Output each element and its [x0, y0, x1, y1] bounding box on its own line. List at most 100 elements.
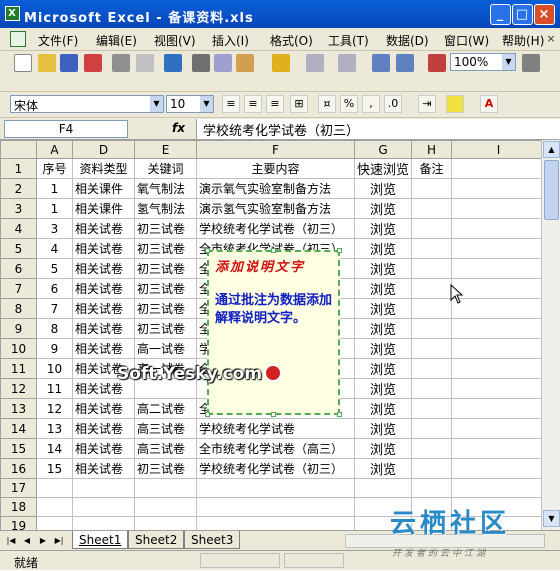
- column-header[interactable]: F: [196, 140, 355, 159]
- resize-handle[interactable]: [205, 412, 210, 417]
- print-preview-icon[interactable]: [136, 54, 154, 72]
- cell[interactable]: 相关试卷: [72, 238, 135, 259]
- resize-handle[interactable]: [337, 248, 342, 253]
- cell[interactable]: [451, 258, 547, 279]
- font-select[interactable]: 宋体 ▼: [10, 95, 164, 113]
- cell[interactable]: 序号: [36, 158, 73, 179]
- cell[interactable]: [451, 318, 547, 339]
- cell[interactable]: 3: [36, 218, 73, 239]
- browse-link[interactable]: 浏览: [353, 358, 413, 379]
- tab-sheet1[interactable]: Sheet1: [72, 531, 129, 549]
- cell[interactable]: [451, 478, 547, 498]
- cell[interactable]: [411, 198, 453, 219]
- cell[interactable]: [411, 438, 453, 459]
- percent-icon[interactable]: %: [340, 95, 358, 113]
- browse-link[interactable]: 浏览: [353, 338, 413, 359]
- cell[interactable]: 相关试卷: [72, 458, 135, 479]
- cell[interactable]: 关键词: [134, 158, 197, 179]
- menu-edit[interactable]: 编辑(E): [96, 32, 137, 49]
- chevron-down-icon[interactable]: ▼: [502, 54, 515, 70]
- menu-window[interactable]: 窗口(W): [444, 32, 489, 49]
- cell[interactable]: 相关试卷: [72, 418, 135, 439]
- row-header[interactable]: 19: [0, 516, 37, 530]
- prev-sheet-icon[interactable]: ◀: [20, 534, 34, 548]
- cell[interactable]: 氧气制法: [134, 178, 197, 199]
- redo-icon[interactable]: [338, 54, 356, 72]
- cell[interactable]: [451, 178, 547, 199]
- tab-sheet3[interactable]: Sheet3: [184, 531, 241, 549]
- browse-link[interactable]: 浏览: [353, 178, 413, 199]
- row-header[interactable]: 18: [0, 497, 37, 517]
- column-header[interactable]: A: [36, 140, 73, 159]
- first-sheet-icon[interactable]: |◀: [4, 534, 18, 548]
- row-header[interactable]: 15: [0, 438, 37, 459]
- cell[interactable]: [411, 258, 453, 279]
- workbook-icon[interactable]: [10, 31, 26, 47]
- cell[interactable]: 主要内容: [196, 158, 355, 179]
- row-header[interactable]: 13: [0, 398, 37, 419]
- chart-wizard-icon[interactable]: [428, 54, 446, 72]
- cell[interactable]: [134, 497, 197, 517]
- cell[interactable]: [72, 478, 135, 498]
- comma-icon[interactable]: ,: [362, 95, 380, 113]
- cell[interactable]: [134, 478, 197, 498]
- browse-link[interactable]: 浏览: [353, 398, 413, 419]
- permission-icon[interactable]: [84, 54, 102, 72]
- menu-data[interactable]: 数据(D): [386, 32, 429, 49]
- column-header[interactable]: D: [72, 140, 135, 159]
- format-painter-icon[interactable]: [272, 54, 290, 72]
- browse-link[interactable]: 浏览: [353, 438, 413, 459]
- cell[interactable]: [451, 238, 547, 259]
- cell[interactable]: 初三试卷: [134, 458, 197, 479]
- cell[interactable]: 高一试卷: [134, 338, 197, 359]
- cell[interactable]: 备注: [411, 158, 453, 179]
- cell[interactable]: [451, 338, 547, 359]
- minimize-button[interactable]: _: [490, 4, 511, 25]
- cell[interactable]: [411, 178, 453, 199]
- resize-handle[interactable]: [205, 248, 210, 253]
- menu-help[interactable]: 帮助(H): [502, 32, 544, 49]
- zoom-select[interactable]: 100% ▼: [450, 53, 516, 71]
- print-icon[interactable]: [112, 54, 130, 72]
- column-header[interactable]: G: [353, 140, 413, 159]
- scroll-down-icon[interactable]: ▼: [543, 510, 560, 527]
- fill-color-icon[interactable]: [446, 95, 464, 113]
- cell[interactable]: [451, 158, 547, 179]
- cell[interactable]: [411, 318, 453, 339]
- column-header[interactable]: I: [451, 140, 547, 159]
- fx-icon[interactable]: fx: [172, 121, 185, 135]
- browse-link[interactable]: 浏览: [353, 318, 413, 339]
- currency-icon[interactable]: ¤: [318, 95, 336, 113]
- scroll-up-icon[interactable]: ▲: [543, 141, 560, 158]
- menu-format[interactable]: 格式(O): [270, 32, 313, 49]
- cell[interactable]: 8: [36, 318, 73, 339]
- cell[interactable]: [411, 418, 453, 439]
- row-header[interactable]: 6: [0, 258, 37, 279]
- menu-file[interactable]: 文件(F): [38, 32, 78, 49]
- cell[interactable]: [411, 358, 453, 379]
- row-header[interactable]: 12: [0, 378, 37, 399]
- browse-link[interactable]: 快速浏览: [353, 158, 413, 179]
- cell[interactable]: 初三试卷: [134, 318, 197, 339]
- cell[interactable]: [411, 338, 453, 359]
- cell[interactable]: 高二试卷: [134, 398, 197, 419]
- row-header[interactable]: 17: [0, 478, 37, 498]
- menu-tools[interactable]: 工具(T): [328, 32, 369, 49]
- resize-handle[interactable]: [271, 248, 276, 253]
- cell[interactable]: 初三试卷: [134, 298, 197, 319]
- align-center-icon[interactable]: ≡: [244, 95, 262, 113]
- cell[interactable]: [411, 478, 453, 498]
- cell[interactable]: [451, 438, 547, 459]
- cell[interactable]: [411, 458, 453, 479]
- new-icon[interactable]: [14, 54, 32, 72]
- cell[interactable]: 初三试卷: [134, 258, 197, 279]
- cell[interactable]: 高三试卷: [134, 438, 197, 459]
- cell[interactable]: 初三试卷: [134, 278, 197, 299]
- cell[interactable]: 演示氢气实验室制备方法: [196, 198, 355, 219]
- browse-link[interactable]: 浏览: [353, 298, 413, 319]
- cell[interactable]: [451, 198, 547, 219]
- browse-link[interactable]: 浏览: [353, 258, 413, 279]
- camera-icon[interactable]: [522, 54, 540, 72]
- cell[interactable]: [353, 478, 413, 498]
- cell[interactable]: [451, 458, 547, 479]
